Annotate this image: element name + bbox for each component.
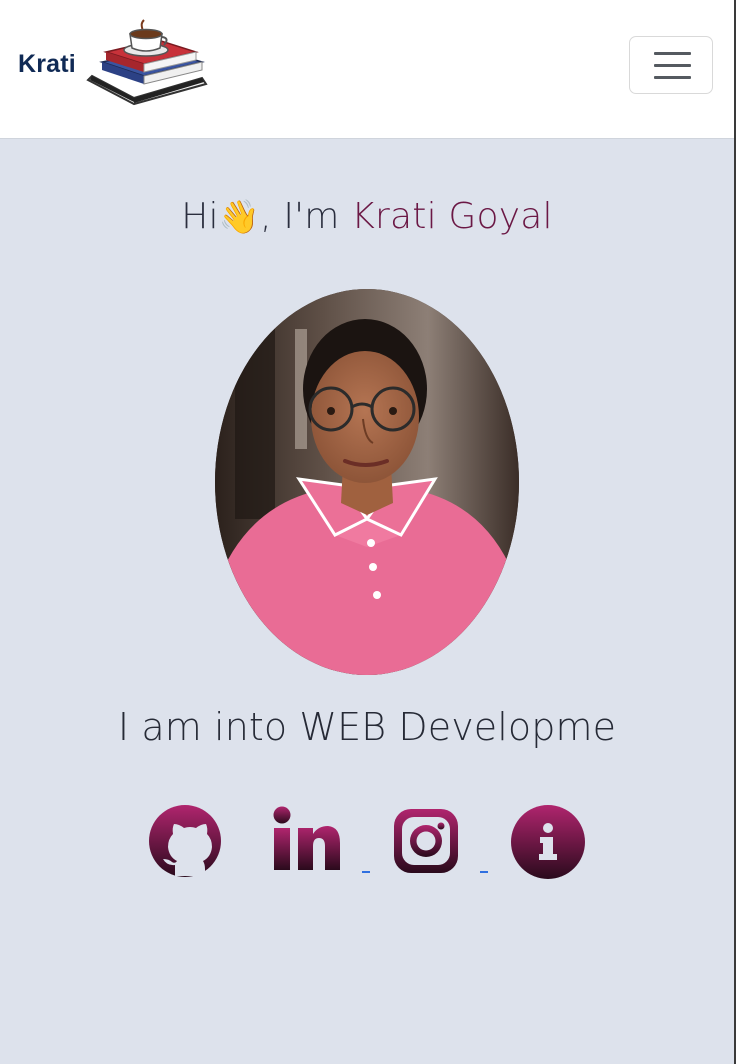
waving-hand-icon: 👋 [218, 197, 261, 236]
hamburger-menu-icon [654, 52, 691, 79]
books-coffee-logo-icon [86, 19, 208, 106]
greeting-middle: , I'm [260, 196, 352, 237]
hero-subtitle: I am into WEB Developme [117, 705, 617, 749]
instagram-link[interactable] [391, 803, 461, 881]
hero-name: Krati Goyal [351, 196, 553, 237]
info-icon [511, 805, 585, 879]
profile-photo [215, 289, 519, 675]
instagram-icon [394, 809, 458, 873]
navbar: Krati [0, 0, 734, 139]
navbar-toggle-button[interactable] [629, 36, 713, 94]
linkedin-link[interactable] [272, 803, 342, 881]
info-link[interactable] [510, 803, 586, 881]
brand-text: Krati [18, 50, 76, 78]
profile-photo-illustration [215, 289, 519, 675]
github-link[interactable] [147, 803, 223, 881]
greeting-prefix: Hi [181, 196, 219, 237]
hero-greeting: Hi👋, I'm Krati Goyal [0, 196, 734, 237]
link-separator-dash [480, 871, 488, 873]
brand-logo-link[interactable]: Krati [18, 18, 214, 110]
github-icon [149, 805, 221, 877]
linkedin-icon [273, 806, 340, 870]
link-separator-dash [362, 871, 370, 873]
